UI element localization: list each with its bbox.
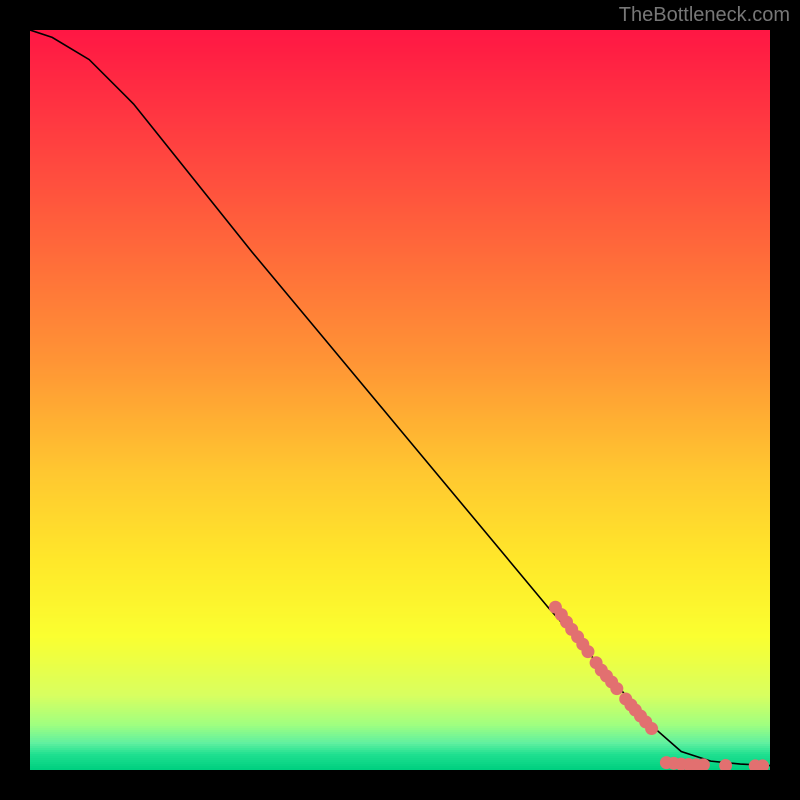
chart-markers [549,601,769,770]
chart-marker [610,682,623,695]
chart-marker [719,759,732,770]
chart-svg-overlay [30,30,770,770]
chart-curve [30,30,770,766]
chart-marker [581,645,594,658]
attribution-text: TheBottleneck.com [619,4,790,27]
chart-plot-area [30,30,770,770]
chart-marker [645,722,658,735]
